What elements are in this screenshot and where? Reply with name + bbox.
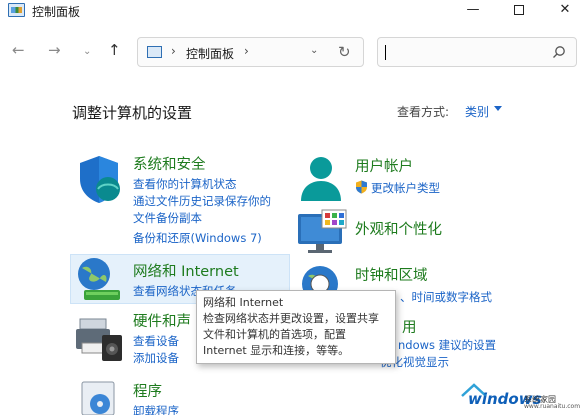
printer-speaker-icon[interactable] bbox=[74, 315, 124, 363]
category-programs[interactable]: 程序 bbox=[133, 380, 162, 401]
link-view-devices[interactable]: 查看设备 bbox=[133, 333, 179, 349]
search-icon[interactable] bbox=[552, 45, 566, 59]
link-file-history-cont[interactable]: 文件备份副本 bbox=[133, 210, 202, 226]
category-hardware-sound[interactable]: 硬件和声 bbox=[133, 310, 191, 331]
tooltip-line: Internet 显示和连接，等等。 bbox=[203, 344, 350, 357]
breadcrumb-chevron-icon[interactable]: › bbox=[171, 44, 176, 58]
tooltip-line: 文件和计算机的首选项，配置 bbox=[203, 328, 346, 341]
close-button[interactable]: ✕ bbox=[542, 0, 587, 22]
recent-locations-button[interactable]: ⌄ bbox=[83, 44, 91, 60]
category-system-security[interactable]: 系统和安全 bbox=[133, 153, 206, 174]
address-bar[interactable]: › 控制面板 › ⌄ ↻ bbox=[137, 37, 364, 67]
address-dropdown-button[interactable]: ⌄ bbox=[310, 45, 318, 56]
category-ease-of-access[interactable]: 用 bbox=[402, 316, 417, 337]
navigation-bar: ← → ⌄ ↑ › 控制面板 › ⌄ ↻ bbox=[0, 30, 587, 74]
view-by-label: 查看方式: bbox=[397, 105, 450, 119]
uac-shield-icon bbox=[356, 180, 367, 194]
link-add-device[interactable]: 添加设备 bbox=[133, 350, 179, 366]
category-appearance[interactable]: 外观和个性化 bbox=[355, 218, 442, 239]
network-tooltip: 网络和 Internet 检查网络状态并更改设置，设置共享 文件和计算机的首选项… bbox=[196, 290, 396, 364]
link-file-history[interactable]: 通过文件历史记录保存你的 bbox=[133, 193, 271, 209]
window-title: 控制面板 bbox=[32, 5, 81, 19]
minimize-button[interactable]: — bbox=[450, 0, 496, 22]
watermark-url: www.ruanaitu.com bbox=[524, 403, 581, 410]
control-panel-icon bbox=[8, 3, 25, 17]
up-button[interactable]: ↑ bbox=[108, 42, 121, 58]
tooltip-line: 检查网络状态并更改设置，设置共享 bbox=[203, 312, 379, 325]
programs-disc-icon[interactable] bbox=[74, 378, 124, 415]
monitor-palette-icon[interactable] bbox=[296, 208, 348, 254]
breadcrumb-chevron-icon[interactable]: › bbox=[244, 44, 249, 58]
link-uninstall-program[interactable]: 卸载程序 bbox=[133, 403, 179, 415]
link-change-date-format[interactable]: 、时间或数字格式 bbox=[400, 289, 492, 305]
forward-button[interactable]: → bbox=[48, 42, 61, 58]
link-windows-suggested-settings[interactable]: ndows 建议的设置 bbox=[398, 337, 496, 353]
watermark-logo: windows 系统家园 www.ruanaitu.com bbox=[458, 378, 584, 412]
chevron-down-icon[interactable] bbox=[494, 106, 502, 111]
link-backup-restore[interactable]: 备份和还原(Windows 7) bbox=[133, 230, 262, 246]
maximize-icon bbox=[514, 5, 524, 15]
refresh-button[interactable]: ↻ bbox=[338, 43, 351, 61]
search-input[interactable] bbox=[377, 37, 577, 67]
control-panel-icon bbox=[147, 46, 162, 58]
shield-icon[interactable] bbox=[74, 153, 124, 205]
view-by-dropdown[interactable]: 类别 bbox=[465, 103, 489, 120]
category-network-internet[interactable]: 网络和 Internet bbox=[133, 260, 239, 281]
category-user-accounts[interactable]: 用户帐户 bbox=[355, 155, 413, 176]
link-change-account-type[interactable]: 更改帐户类型 bbox=[371, 180, 440, 196]
text-caret bbox=[385, 45, 386, 60]
link-view-computer-status[interactable]: 查看你的计算机状态 bbox=[133, 176, 237, 192]
back-button[interactable]: ← bbox=[12, 42, 25, 58]
page-title: 调整计算机的设置 bbox=[72, 104, 193, 122]
category-clock-region[interactable]: 时钟和区域 bbox=[355, 264, 428, 285]
breadcrumb-control-panel[interactable]: 控制面板 bbox=[186, 45, 234, 62]
user-account-icon[interactable] bbox=[296, 153, 346, 203]
title-bar: 控制面板 — ✕ bbox=[0, 0, 587, 24]
maximize-button[interactable] bbox=[496, 0, 542, 22]
tooltip-line: 网络和 Internet bbox=[203, 296, 284, 309]
network-globe-icon[interactable] bbox=[74, 256, 124, 304]
